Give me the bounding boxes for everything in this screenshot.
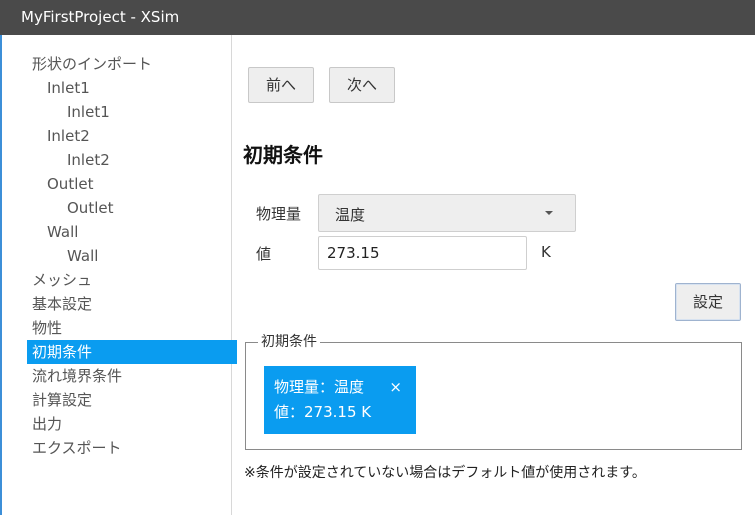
quantity-select[interactable]: 温度 [318,194,576,232]
condition-chip-value: 値：273.15 K [274,403,372,421]
conditions-legend: 初期条件 [258,333,320,351]
window-title: MyFirstProject - XSim [0,0,755,35]
quantity-label: 物理量 [256,205,302,223]
prev-button[interactable]: 前へ [248,67,314,103]
sidebar-item[interactable]: 計算設定 [2,388,231,412]
condition-chip: 物理量：温度 値：273.15 K × [264,366,416,434]
sidebar-item[interactable]: 初期条件 [27,340,237,364]
sidebar-item[interactable]: Inlet1 [2,100,231,124]
sidebar-item[interactable]: Inlet1 [2,76,231,100]
value-label: 値 [256,245,272,263]
close-icon[interactable]: × [389,375,402,400]
sidebar-tree: 形状のインポート Inlet1 Inlet1 Inlet2 Inlet2 Outlet Ou… [2,52,237,460]
sidebar-item[interactable]: Outlet [2,196,231,220]
sidebar-item[interactable]: 流れ境界条件 [2,364,231,388]
page-title: 初期条件 [243,143,323,167]
conditions-group: 初期条件 物理量：温度 値：273.15 K × [245,333,742,450]
sidebar-item[interactable]: Wall [2,220,231,244]
sidebar-item[interactable]: 形状のインポート [2,52,231,76]
value-input[interactable]: 273.15 [318,236,527,270]
sidebar-item[interactable]: 物性 [2,316,231,340]
sidebar-item[interactable]: Wall [2,244,231,268]
sidebar-item[interactable]: エクスポート [2,436,231,460]
sidebar: 形状のインポート Inlet1 Inlet1 Inlet2 Inlet2 Outlet Ou… [0,35,237,515]
sidebar-item[interactable]: Inlet2 [2,124,231,148]
next-button[interactable]: 次へ [329,67,395,103]
sidebar-item[interactable]: Inlet2 [2,148,231,172]
sidebar-item[interactable]: メッシュ [2,268,231,292]
unit-label: K [541,243,551,261]
sidebar-item[interactable]: Outlet [2,172,231,196]
default-value-note: ※条件が設定されていない場合はデフォルト値が使用されます。 [244,465,646,481]
set-button[interactable]: 設定 [675,283,741,321]
quantity-select-value: 温度 [335,206,366,224]
sidebar-item[interactable]: 基本設定 [2,292,231,316]
sidebar-item[interactable]: 出力 [2,412,231,436]
chevron-down-icon [545,211,553,215]
